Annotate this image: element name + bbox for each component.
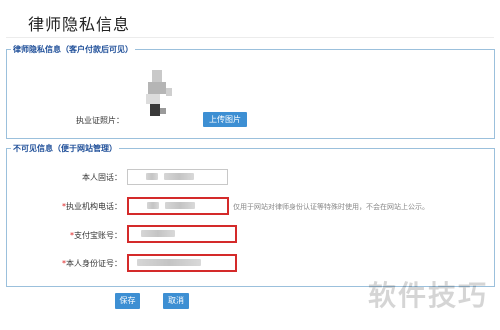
cancel-button[interactable]: 取消 <box>163 293 189 309</box>
title-divider <box>6 37 494 38</box>
landline-redacted-1 <box>146 173 158 180</box>
firm-phone-redacted-1 <box>147 202 159 209</box>
alipay-label-text: 支付宝账号： <box>74 231 122 240</box>
save-button[interactable]: 保存 <box>115 293 140 309</box>
alipay-label: *支付宝账号： <box>40 230 122 241</box>
license-photo-label: 执业证照片： <box>76 116 124 125</box>
landline-label: 本人固话： <box>70 172 122 183</box>
alipay-input[interactable] <box>127 225 237 243</box>
page-title: 律师隐私信息 <box>28 15 131 34</box>
landline-label-text: 本人固话： <box>82 173 122 182</box>
firm-phone-redacted-2 <box>165 202 195 209</box>
private-info-legend: 律师隐私信息（客户付款后可见） <box>13 45 133 54</box>
invisible-info-legend: 不可见信息（便于网站管理） <box>13 144 117 153</box>
privacy-hint: 仅用于网站对律师身份认证等特殊时使用，不会在网站上公示。 <box>233 203 429 211</box>
firm-phone-input[interactable] <box>127 197 229 215</box>
firm-phone-label: *执业机构电话： <box>40 201 122 212</box>
upload-image-button[interactable]: 上传图片 <box>203 112 247 127</box>
watermark-text: 软件技巧 <box>367 279 488 312</box>
id-number-redacted <box>137 259 201 266</box>
alipay-redacted <box>141 230 175 237</box>
id-number-label-text: 本人身份证号： <box>66 259 122 268</box>
landline-redacted-2 <box>164 173 194 180</box>
id-number-input[interactable] <box>127 254 237 272</box>
id-number-label: *本人身份证号： <box>40 258 122 269</box>
firm-phone-label-text: 执业机构电话： <box>66 202 122 211</box>
landline-input[interactable] <box>127 169 228 185</box>
license-photo-thumbnail[interactable] <box>146 70 174 126</box>
